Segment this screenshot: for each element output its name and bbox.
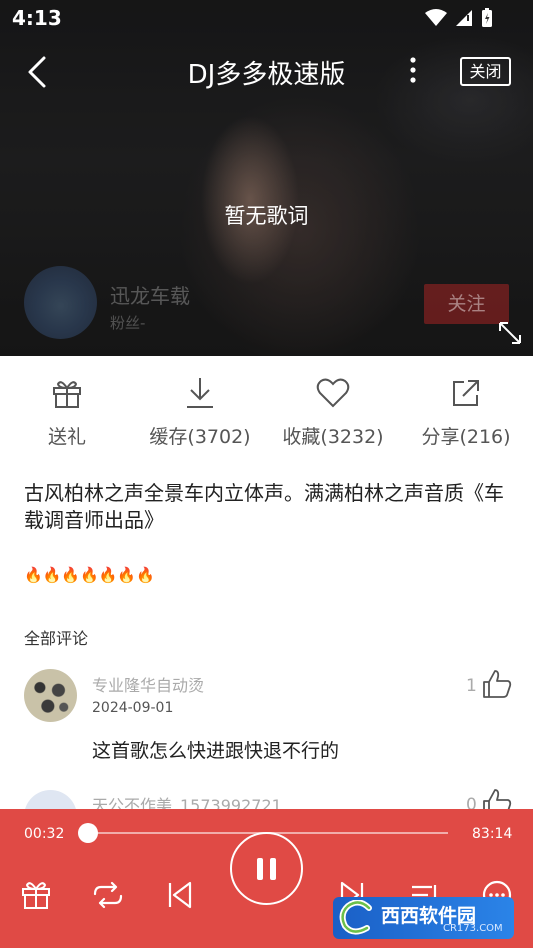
comment-text: 这首歌怎么快进跟快退不行的 (92, 740, 340, 762)
song-description: 古风柏林之声全景车内立体声。满满柏林之声音质《车载调音师出品》 (24, 481, 504, 532)
download-label: 缓存(3702) (149, 426, 251, 448)
download-icon (187, 378, 213, 408)
pause-icon (257, 858, 276, 880)
signal-icon (456, 10, 472, 26)
status-icons (425, 8, 493, 28)
gift-label: 送礼 (47, 426, 86, 448)
share-label: 分享(216) (421, 426, 511, 448)
comment-like-count: 1 (466, 676, 477, 696)
watermark-url: CR173.COM (443, 923, 503, 934)
page-title: DJ多多极速版 (187, 60, 346, 90)
current-time: 00:32 (24, 826, 65, 842)
comment-avatar[interactable] (24, 669, 77, 722)
follow-button[interactable]: 关注 (424, 284, 509, 324)
artist-fans: 粉丝- (110, 314, 146, 332)
favorite-action[interactable]: 收藏(3232) (268, 370, 398, 449)
favorite-label: 收藏(3232) (282, 426, 384, 448)
status-bar: 4:13 (0, 0, 533, 36)
close-button[interactable]: 关闭 (460, 57, 511, 86)
watermark-logo: 西西软件园 CR173.COM (333, 897, 514, 939)
wifi-icon (425, 9, 447, 26)
share-action[interactable]: 分享(216) (401, 370, 531, 449)
download-action[interactable]: 缓存(3702) (135, 370, 265, 449)
pause-button[interactable] (230, 832, 303, 905)
share-icon (453, 380, 479, 406)
progress-thumb[interactable] (78, 823, 99, 843)
previous-icon[interactable] (164, 879, 196, 911)
artist-name[interactable]: 迅龙车载 (110, 280, 190, 309)
more-options-icon[interactable] (402, 56, 424, 86)
comments-title: 全部评论 (24, 629, 89, 648)
gift-action[interactable]: 送礼 (2, 370, 132, 449)
status-time: 4:13 (12, 6, 62, 30)
gift-icon[interactable] (20, 879, 52, 911)
comment-username[interactable]: 专业隆华自动烫 (92, 672, 204, 696)
watermark-c-icon (339, 900, 372, 935)
fire-emojis: 🔥🔥🔥🔥🔥🔥🔥 (24, 566, 155, 584)
comment-date: 2024-09-01 (92, 700, 174, 716)
action-bar: 送礼 缓存(3702) 收藏(3232) 分享(216) (0, 370, 533, 460)
title-bar: DJ多多极速版 关闭 (0, 44, 533, 100)
lyrics-placeholder: 暂无歌词 (224, 204, 309, 228)
battery-icon (482, 8, 492, 27)
expand-icon[interactable] (497, 320, 523, 346)
thumbs-up-icon[interactable] (482, 669, 512, 699)
repeat-icon[interactable] (92, 879, 124, 911)
heart-icon (316, 378, 350, 408)
gift-icon (53, 381, 81, 408)
total-time: 83:14 (472, 826, 513, 842)
artist-avatar[interactable] (24, 266, 97, 339)
